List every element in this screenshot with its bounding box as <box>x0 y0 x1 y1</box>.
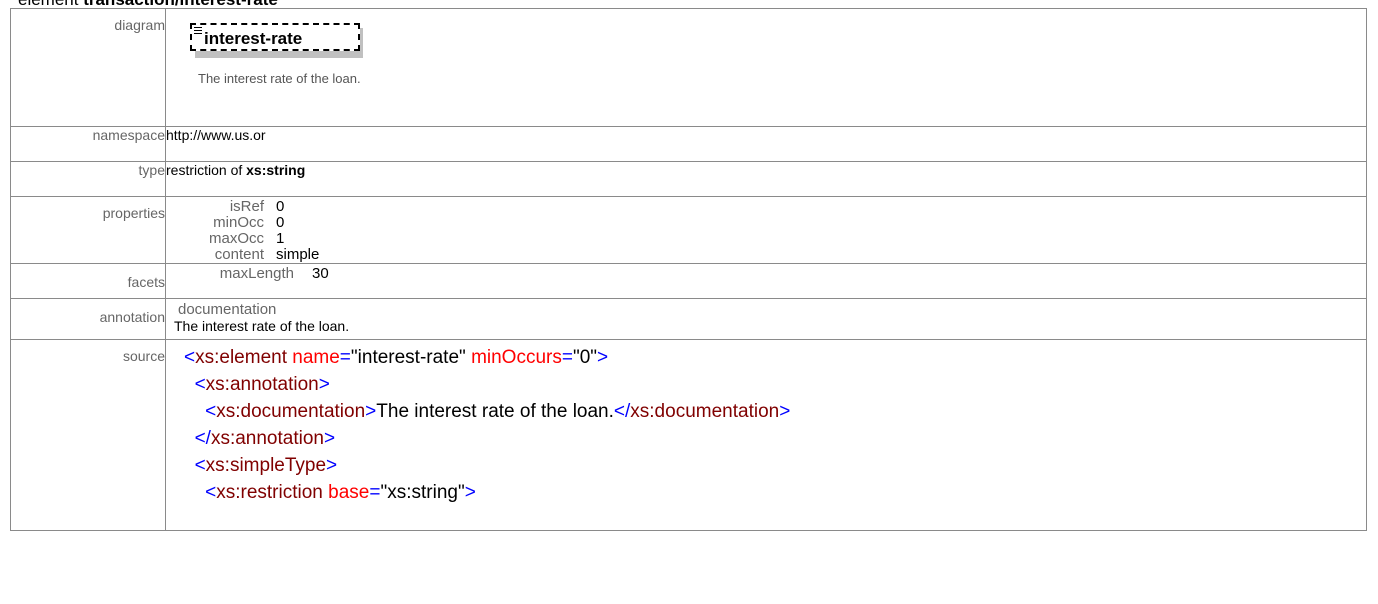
tag-open-bracket: </ <box>194 428 211 449</box>
property-key: content <box>214 246 264 263</box>
facets-list: maxLength 30 <box>204 266 1366 282</box>
source-line: <xs:restriction base="xs:string"> <box>184 479 1366 506</box>
tag-open-bracket: < <box>205 482 217 503</box>
tag-close-bracket: > <box>597 347 609 368</box>
annotation-label: annotation <box>10 298 166 340</box>
type-label: type <box>10 161 166 197</box>
tag-close-bracket: > <box>326 455 338 476</box>
property-key: maxOcc <box>208 230 264 247</box>
property-value: 0 <box>276 214 285 231</box>
attribute-value: "xs:string" <box>380 482 465 503</box>
diagram-element-name: interest-rate <box>204 29 303 48</box>
attribute-value: "interest-rate" <box>350 347 466 368</box>
attribute-equals: = <box>369 482 381 503</box>
tag-name: xs:annotation <box>210 428 324 449</box>
end-tag-open: </ <box>613 401 631 422</box>
tag-name: xs:annotation <box>205 374 319 395</box>
attribute-name: name <box>292 347 340 368</box>
content-lines-icon <box>194 27 202 35</box>
tag-close-bracket: > <box>323 428 336 449</box>
source-line: </xs:annotation> <box>184 425 1366 452</box>
source-label: source <box>10 339 166 531</box>
source-line: <xs:simpleType> <box>184 452 1366 479</box>
facet-key: maxLength <box>219 265 294 282</box>
end-tag-close: > <box>779 401 791 422</box>
tag-close-bracket: > <box>318 374 330 395</box>
diagram-documentation: The interest rate of the loan. <box>198 71 361 86</box>
diagram-element-box[interactable]: interest-rate <box>190 23 360 51</box>
attribute-equals: = <box>339 347 351 368</box>
diagram-row: diagram interest-rate The interest rate … <box>10 8 1367 127</box>
namespace-value: http://www.us.or <box>165 126 1367 162</box>
type-row: type restriction of xs:string <box>10 161 1367 197</box>
source-code: <xs:element name="interest-rate" minOccu… <box>167 341 1366 507</box>
properties-label: properties <box>10 196 166 264</box>
facets-label: facets <box>10 263 166 299</box>
annotation-cell: documentation The interest rate of the l… <box>165 298 1367 340</box>
source-line: <xs:annotation> <box>184 371 1366 398</box>
property-value: simple <box>276 246 320 263</box>
type-base-link[interactable]: xs:string <box>246 163 305 179</box>
tag-open-bracket: < <box>205 401 217 422</box>
properties-cell: isRef 0 minOcc 0 maxOcc 1 content simple <box>165 196 1367 264</box>
end-tag-name: xs:documentation <box>630 401 780 422</box>
source-line: <xs:element name="interest-rate" minOccu… <box>184 344 1366 371</box>
property-key: minOcc <box>213 214 264 231</box>
facet-value: 30 <box>312 265 329 282</box>
element-diagram[interactable]: interest-rate <box>190 23 363 58</box>
namespace-row: namespace http://www.us.or <box>10 126 1367 162</box>
tag-open-bracket: < <box>194 455 206 476</box>
namespace-label: namespace <box>10 126 166 162</box>
properties-list: isRef 0 minOcc 0 maxOcc 1 content simple <box>174 199 1366 263</box>
attribute-name: minOccurs <box>471 347 562 368</box>
annotation-kind: documentation <box>178 301 277 318</box>
tag-name: xs:restriction <box>216 482 323 503</box>
tag-open-bracket: < <box>194 374 206 395</box>
tag-name: xs:element <box>195 347 287 368</box>
source-cell: <xs:element name="interest-rate" minOccu… <box>165 339 1367 531</box>
source-row: source <xs:element name="interest-rate" … <box>10 339 1367 531</box>
annotation-row: annotation documentation The interest ra… <box>10 298 1367 340</box>
facets-cell: maxLength 30 <box>165 263 1367 299</box>
tag-name: xs:documentation <box>216 401 366 422</box>
facets-row: facets maxLength 30 <box>10 263 1367 299</box>
element-doc-table: diagram interest-rate The interest rate … <box>10 8 1367 531</box>
tag-close-bracket: > <box>365 401 377 422</box>
property-value: 0 <box>276 198 285 215</box>
annotation-text: The interest rate of the loan. <box>174 318 350 334</box>
type-value: restriction of xs:string <box>165 161 1367 197</box>
properties-row: properties isRef 0 minOcc 0 maxOcc 1 content si… <box>10 196 1367 264</box>
element-text: The interest rate of the loan. <box>376 401 614 422</box>
property-value: 1 <box>276 230 285 247</box>
tag-open-bracket: < <box>184 347 196 368</box>
attribute-value: "0" <box>572 347 598 368</box>
attribute-equals: = <box>561 347 573 368</box>
property-key: isRef <box>229 198 264 215</box>
diagram-cell: interest-rate The interest rate of the l… <box>165 8 1367 127</box>
type-prefix: restriction of <box>166 162 247 179</box>
diagram-label: diagram <box>10 8 166 127</box>
source-line: <xs:documentation>The interest rate of t… <box>184 398 1366 425</box>
tag-close-bracket: > <box>464 482 476 503</box>
attribute-name: base <box>328 482 370 503</box>
tag-name: xs:simpleType <box>205 455 327 476</box>
